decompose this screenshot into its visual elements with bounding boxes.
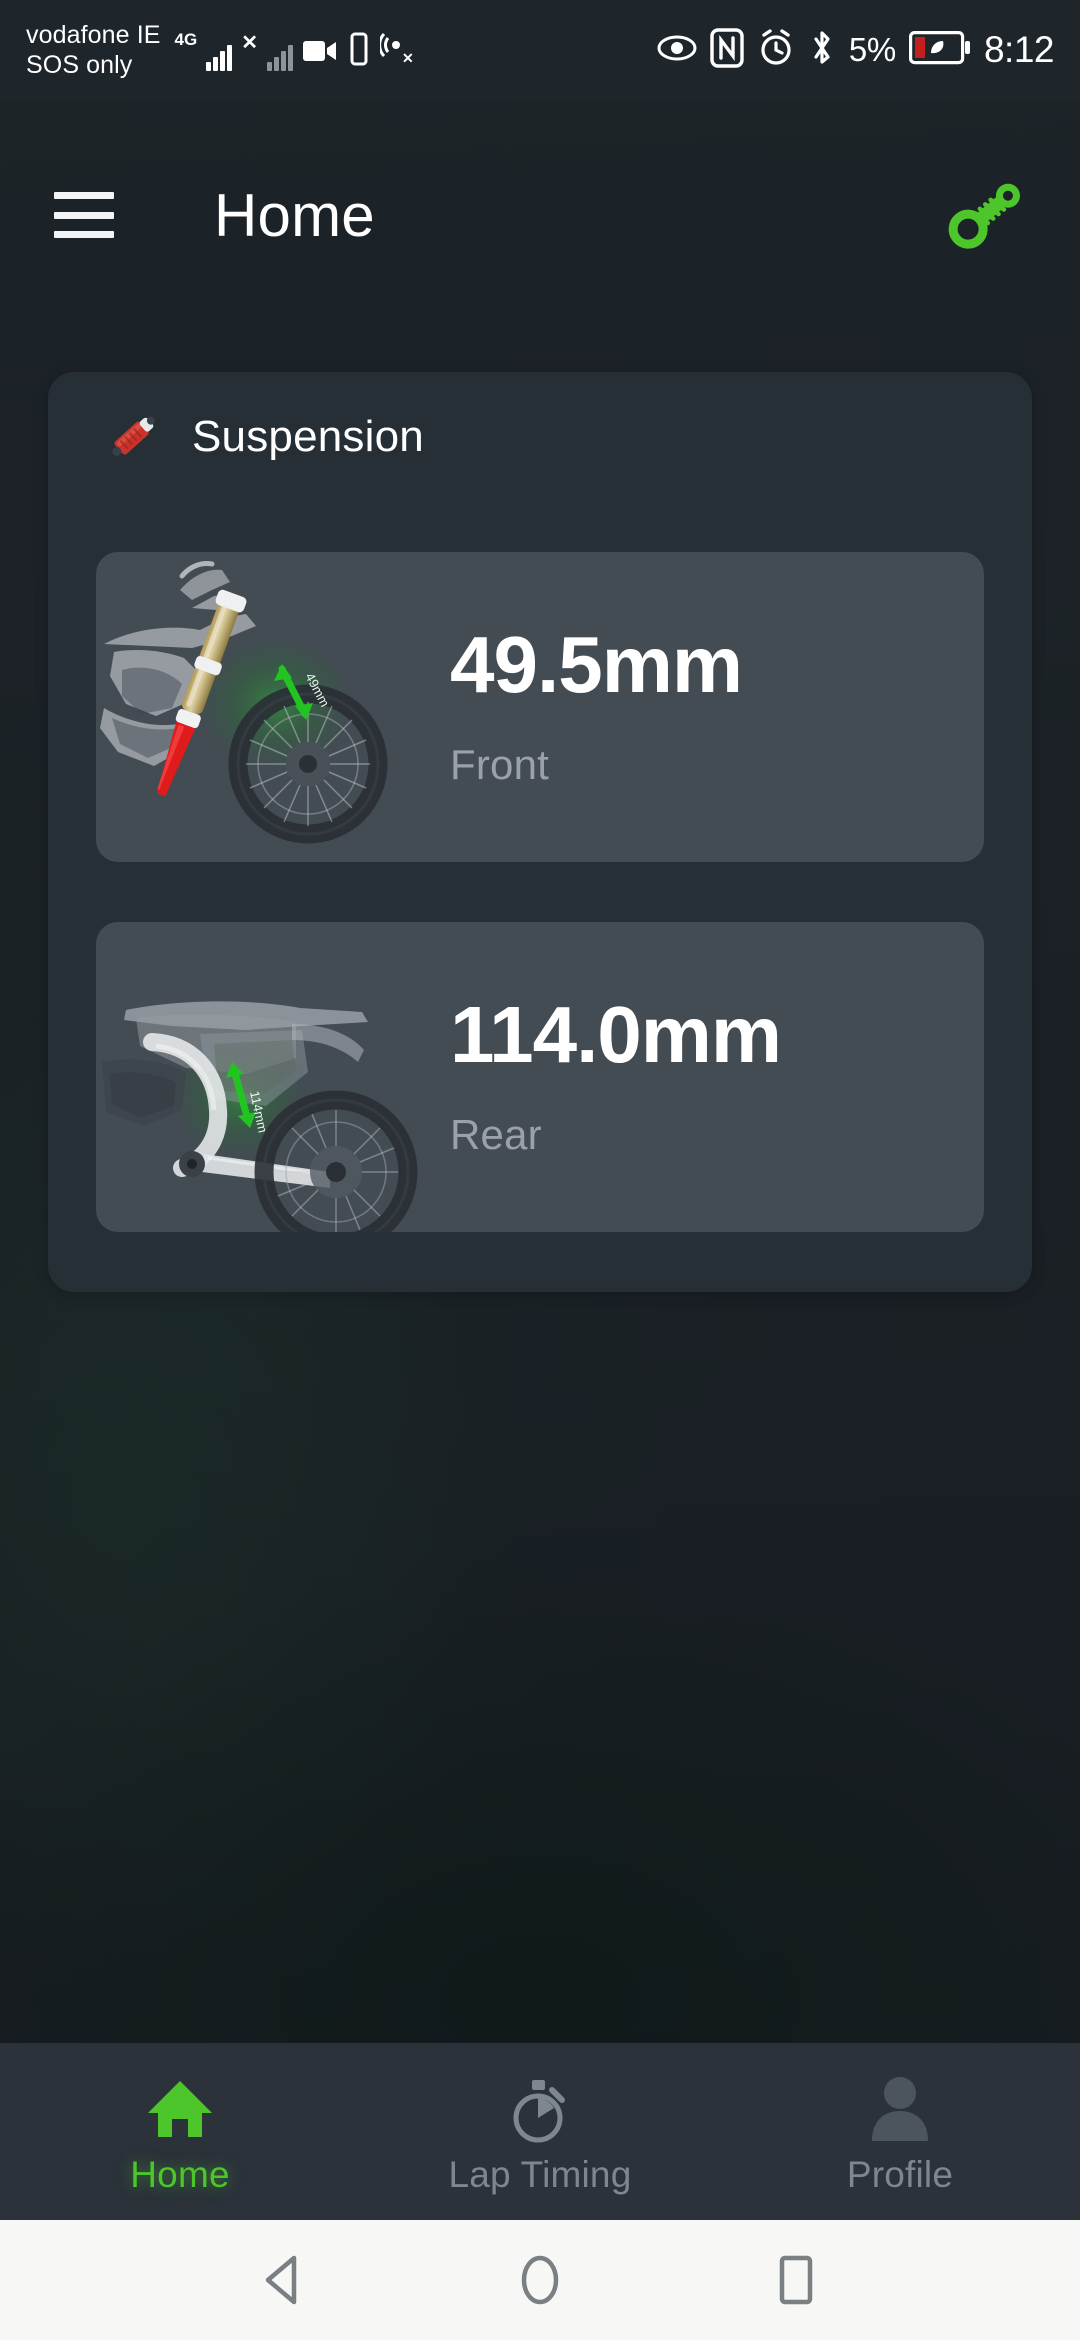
signal-bars-icon <box>206 41 233 71</box>
signal-bars-no-service-icon <box>267 41 293 71</box>
suspension-metric-front[interactable]: 49mm 49.5mm Front <box>96 552 984 862</box>
front-metric-value: 49.5mm <box>450 620 743 709</box>
nav-item-lap-timing[interactable]: Lap Timing <box>360 2043 720 2220</box>
nav-item-profile[interactable]: Profile <box>720 2043 1080 2220</box>
suspension-card-header: Suspension <box>48 372 1032 502</box>
person-icon <box>868 2074 932 2146</box>
clock-time: 8:12 <box>983 29 1055 70</box>
carrier-name: vodafone IE <box>26 21 161 49</box>
rear-metric-text: 114.0mm Rear <box>450 990 782 1163</box>
network-type-label: 4G <box>174 29 198 49</box>
battery-power-saving-icon <box>908 30 971 70</box>
recents-square-icon[interactable] <box>763 2247 829 2313</box>
bluetooth-icon <box>808 28 836 73</box>
home-icon <box>144 2074 216 2146</box>
home-circle-icon[interactable] <box>507 2247 573 2313</box>
eye-icon <box>657 34 697 67</box>
rear-metric-value: 114.0mm <box>450 990 782 1079</box>
hamburger-menu-icon[interactable] <box>54 192 114 238</box>
video-camera-icon <box>302 36 338 71</box>
back-triangle-icon[interactable] <box>251 2247 317 2313</box>
shock-absorber-icon <box>100 405 164 469</box>
battery-percent-label: 5% <box>848 31 896 68</box>
suspension-card-title: Suspension <box>192 412 424 461</box>
carrier-sos: SOS only <box>26 51 133 79</box>
nav-item-home[interactable]: Home <box>0 2043 360 2220</box>
suspension-card: Suspension 49mm 49.5mm Front 114mm 114.0… <box>48 372 1032 1292</box>
suspension-metric-rear[interactable]: 114mm 114.0mm Rear <box>96 922 984 1232</box>
status-bar-right: 5% 8:12 <box>657 27 1055 73</box>
vibrate-icon <box>347 32 371 71</box>
dirt-bike-front-fork-illustration: 49mm <box>96 552 426 862</box>
nav-label-home: Home <box>130 2153 230 2195</box>
nfc-icon <box>710 27 744 73</box>
carrier-text: vodafone IE SOS only <box>26 20 161 80</box>
status-bar-connectivity-icons: 4G ✕ ✕ <box>175 30 416 71</box>
alarm-clock-icon <box>757 28 795 72</box>
rear-metric-label: Rear <box>450 1111 542 1158</box>
front-metric-label: Front <box>450 741 550 788</box>
svg-text:✕: ✕ <box>402 50 414 66</box>
stopwatch-icon <box>506 2074 574 2146</box>
location-off-icon: ✕ <box>378 30 416 71</box>
dirt-bike-rear-shock-illustration: 114mm <box>96 922 426 1232</box>
shock-absorber-connected-icon[interactable] <box>930 160 1040 270</box>
bottom-navigation-bar: Home Lap Timing Profile <box>0 2043 1080 2220</box>
page-title: Home <box>214 181 375 249</box>
app-bar: Home <box>0 100 1080 330</box>
status-bar-left: vodafone IE SOS only 4G ✕ ✕ <box>26 20 416 80</box>
signal-no-service-x-icon: ✕ <box>241 31 258 54</box>
status-bar: vodafone IE SOS only 4G ✕ ✕ 5% 8:12 <box>0 0 1080 100</box>
nav-label-lap-timing: Lap Timing <box>448 2153 632 2195</box>
android-navigation-bar <box>0 2220 1080 2340</box>
app-screen: vodafone IE SOS only 4G ✕ ✕ 5% 8:12 Home… <box>0 0 1080 2340</box>
front-metric-text: 49.5mm Front <box>450 620 743 793</box>
nav-label-profile: Profile <box>846 2153 954 2195</box>
